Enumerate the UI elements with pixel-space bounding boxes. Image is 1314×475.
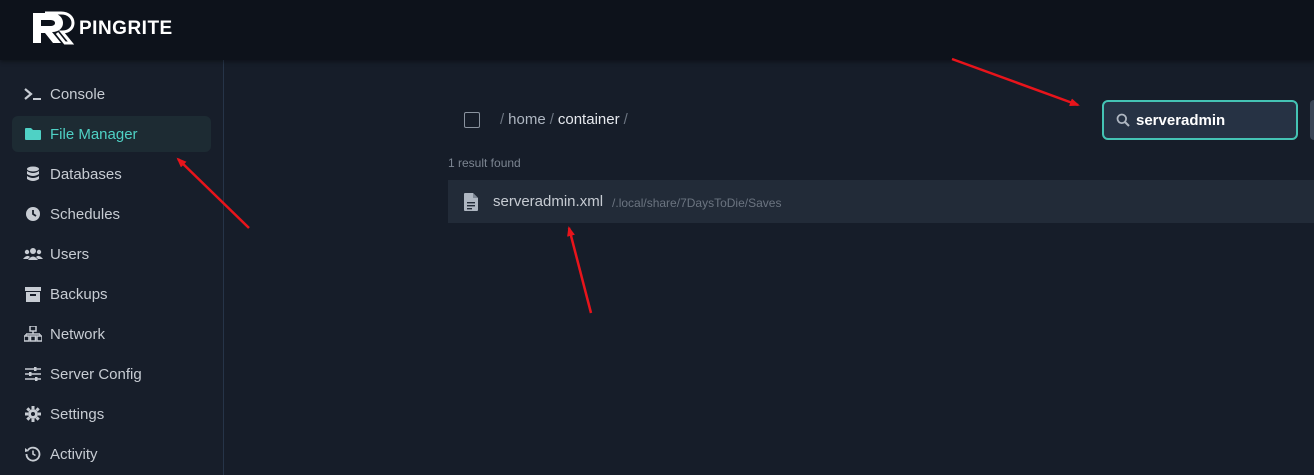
sidebar-item-label: Network bbox=[50, 325, 106, 343]
file-icon bbox=[464, 192, 478, 211]
sidebar-item-file-manager[interactable]: File Manager bbox=[12, 116, 211, 152]
select-all-checkbox[interactable] bbox=[464, 112, 480, 128]
breadcrumb-separator: / bbox=[623, 111, 628, 128]
file-row[interactable]: serveradmin.xml /.local/share/7DaysToDie… bbox=[448, 180, 1314, 223]
sidebar-item-users[interactable]: Users bbox=[12, 236, 211, 272]
archive-icon bbox=[22, 285, 44, 303]
search-box[interactable] bbox=[1102, 100, 1298, 140]
top-bar: PINGRITE bbox=[0, 0, 1314, 60]
search-icon bbox=[1116, 113, 1130, 127]
brand-logo[interactable]: PINGRITE bbox=[31, 11, 173, 45]
clock-icon bbox=[22, 205, 44, 223]
sidebar-item-server-config[interactable]: Server Config bbox=[12, 356, 211, 392]
file-path: /.local/share/7DaysToDie/Saves bbox=[612, 195, 782, 210]
network-icon bbox=[22, 325, 44, 343]
search-input[interactable] bbox=[1136, 111, 1286, 129]
breadcrumb-current[interactable]: container bbox=[558, 111, 620, 128]
breadcrumb-separator: / bbox=[549, 111, 554, 128]
history-icon bbox=[22, 445, 44, 463]
brand-name: PINGRITE bbox=[79, 17, 173, 39]
pr-logo-icon bbox=[33, 11, 75, 45]
sidebar-item-databases[interactable]: Databases bbox=[12, 156, 211, 192]
sidebar-item-schedules[interactable]: Schedules bbox=[12, 196, 211, 232]
breadcrumb-separator: / bbox=[500, 111, 505, 128]
sidebar-item-label: Settings bbox=[50, 405, 105, 423]
sidebar-item-label: Schedules bbox=[50, 205, 121, 223]
sidebar-item-label: File Manager bbox=[50, 125, 138, 143]
sidebar-item-label: Activity bbox=[50, 445, 98, 463]
sidebar-item-label: Console bbox=[50, 85, 106, 103]
sidebar-item-backups[interactable]: Backups bbox=[12, 276, 211, 312]
sliders-icon bbox=[22, 365, 44, 383]
breadcrumb-home[interactable]: home bbox=[508, 111, 546, 128]
folder-icon bbox=[22, 125, 44, 143]
breadcrumb: / home / container / bbox=[496, 111, 632, 128]
file-name[interactable]: serveradmin.xml bbox=[493, 193, 603, 210]
sidebar-item-label: Backups bbox=[50, 285, 108, 303]
sidebar-item-label: Server Config bbox=[50, 365, 142, 383]
database-icon bbox=[22, 165, 44, 183]
sidebar-item-network[interactable]: Network bbox=[12, 316, 211, 352]
sidebar-item-activity[interactable]: Activity bbox=[12, 436, 211, 472]
gear-icon bbox=[22, 405, 44, 423]
sidebar-item-settings[interactable]: Settings bbox=[12, 396, 211, 432]
toolbar-button-edge[interactable] bbox=[1310, 100, 1314, 140]
terminal-icon bbox=[22, 85, 44, 103]
sidebar-item-console[interactable]: Console bbox=[12, 76, 211, 112]
result-count: 1 result found bbox=[448, 156, 521, 170]
sidebar-item-label: Users bbox=[50, 245, 90, 263]
sidebar-item-label: Databases bbox=[50, 165, 122, 183]
users-icon bbox=[22, 245, 44, 263]
